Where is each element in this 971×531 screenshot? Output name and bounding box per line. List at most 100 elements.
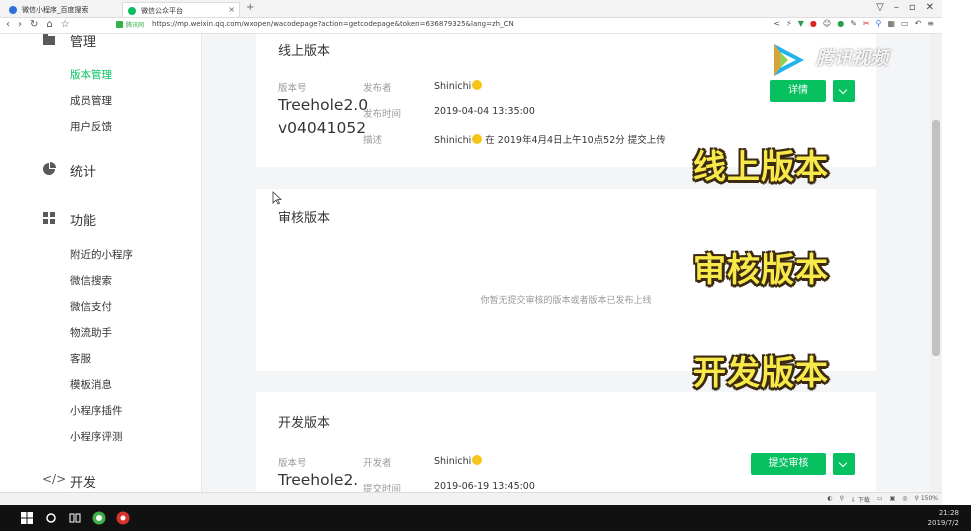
developer-name: Shinichi: [434, 456, 472, 467]
publisher-label: 发布者: [363, 83, 392, 94]
url-input[interactable]: https://mp.weixin.qq.com/wxopen/wacodepa…: [152, 20, 514, 28]
minimize-button[interactable]: –: [894, 2, 899, 13]
clock-date: 2019/7/2: [927, 519, 959, 527]
new-tab-button[interactable]: +: [246, 2, 254, 13]
caption-review: 审核版本: [693, 250, 829, 289]
sidebar-item-user-feedback[interactable]: 用户反馈: [70, 119, 112, 134]
browser-app-icon[interactable]: [92, 511, 106, 525]
desc-user: Shinichi: [434, 135, 472, 146]
undo-icon[interactable]: ↶: [915, 19, 922, 28]
lightning-icon[interactable]: ⚡: [786, 19, 792, 28]
sidebar-item-customer-service[interactable]: 客服: [70, 351, 91, 366]
tab-label: 微信公众平台: [141, 7, 183, 15]
description-label: 描述: [363, 135, 383, 146]
close-window-button[interactable]: ✕: [926, 2, 934, 13]
develop-version-card: 开发版本 版本号 Treehole2. 开发者 Shinichi 提交时间 20…: [256, 392, 876, 492]
sidebar-item-nearby[interactable]: 附近的小程序: [70, 247, 133, 262]
taskbar-clock[interactable]: 21:28 2019/7/2: [928, 508, 959, 528]
zoom-level[interactable]: ⚲ 150%: [915, 495, 938, 504]
download-icon[interactable]: ⇩ 下载: [851, 495, 870, 504]
opera-icon[interactable]: ●: [810, 19, 817, 28]
detail-button[interactable]: 详情: [770, 80, 826, 102]
sidebar-item-template-message[interactable]: 模板消息: [70, 377, 112, 392]
cut-icon[interactable]: ✂: [863, 19, 870, 28]
submit-time-value: 2019-06-19 13:45:00: [434, 481, 535, 492]
sidebar-item-plugins[interactable]: 小程序插件: [70, 403, 123, 418]
translate-icon[interactable]: ✎: [850, 19, 857, 28]
tencent-video-watermark: 腾讯视频: [768, 40, 918, 80]
browser-status-bar: ◐ ⚲ ⇩ 下载 ▭ ▣ ◎ ⚲ 150%: [0, 492, 942, 504]
maximize-button[interactable]: ▫: [909, 2, 916, 13]
chevron-down-icon[interactable]: [833, 80, 855, 102]
tencent-video-logo-icon: [774, 44, 804, 76]
scrollbar-thumb[interactable]: [932, 120, 940, 356]
more-icon[interactable]: ≡: [927, 19, 934, 28]
sidebar-item-member-manage[interactable]: 成员管理: [70, 93, 112, 108]
caption-online: 线上版本: [693, 147, 829, 186]
sidebar-item-wechat-pay[interactable]: 微信支付: [70, 299, 112, 314]
publisher-value: Shinichi: [434, 80, 483, 92]
sidebar-item-logistics[interactable]: 物流助手: [70, 325, 112, 340]
status-icon[interactable]: ◎: [902, 495, 907, 504]
close-icon[interactable]: ×: [228, 5, 235, 14]
home-icon[interactable]: ⌂: [46, 19, 52, 30]
grid-icon: [42, 211, 56, 225]
developer-label: 开发者: [363, 458, 392, 469]
version-label: 版本号: [278, 83, 307, 94]
desc-text: 在 2019年4月4日上午10点52分 提交上传: [485, 135, 666, 146]
shield-icon[interactable]: ▼: [798, 19, 804, 28]
download-label: 下载: [857, 497, 870, 504]
card-title: 审核版本: [278, 211, 331, 226]
nav-buttons: ‹ › ↻ ⌂ ☆: [6, 19, 70, 30]
sidebar-group-label: 统计: [70, 165, 97, 180]
sidebar-item-evaluation[interactable]: 小程序评测: [70, 429, 123, 444]
chevron-down-icon[interactable]: [833, 453, 855, 475]
battery-icon[interactable]: ▭: [901, 19, 909, 28]
emoji-icon: [472, 134, 483, 144]
window-edge: [942, 0, 971, 505]
vertical-scrollbar[interactable]: [930, 34, 942, 492]
forward-icon[interactable]: ›: [18, 19, 22, 30]
baidu-icon: [9, 6, 17, 14]
pie-chart-icon: [42, 162, 56, 176]
recorder-app-icon[interactable]: [116, 511, 130, 525]
menu-icon[interactable]: ▽: [876, 2, 884, 13]
mouse-cursor-icon: [272, 191, 282, 205]
status-icon[interactable]: ◐: [827, 495, 832, 504]
emoji-icon: [472, 80, 483, 90]
status-icon[interactable]: ▣: [890, 495, 896, 504]
status-icon[interactable]: ▭: [877, 495, 883, 504]
empty-tip: 你暂无提交审核的版本或者版本已发布上线: [480, 296, 652, 306]
developer-value: Shinichi: [434, 455, 483, 467]
sidebar: 管理 版本管理 成员管理 用户反馈 统计 功能 附近的小程序 微信搜索 微信支付…: [0, 34, 202, 492]
submit-review-button[interactable]: 提交审核: [751, 453, 826, 475]
extension-icon[interactable]: ●: [837, 19, 844, 28]
reload-icon[interactable]: ↻: [30, 19, 38, 30]
extension-icons: < ⚡ ▼ ● ☺ ● ✎ ✂ ⚲ ▦ ▭ ↶ ≡: [773, 19, 934, 28]
taskbar: 21:28 2019/7/2: [0, 505, 971, 531]
share-icon[interactable]: <: [773, 19, 780, 28]
search-icon[interactable]: ⚲: [876, 19, 882, 28]
window-controls: ▽ – ▫ ✕: [876, 2, 942, 13]
sidebar-item-wechat-search[interactable]: 微信搜索: [70, 273, 112, 288]
back-icon[interactable]: ‹: [6, 19, 10, 30]
smile-icon[interactable]: ☺: [823, 19, 831, 28]
browser-tab-baidu[interactable]: 微信小程序_百度搜索: [4, 2, 114, 17]
windows-start-icon[interactable]: [20, 511, 34, 525]
code-icon: </>: [42, 472, 67, 486]
search-icon[interactable]: [44, 511, 58, 525]
card-title: 开发版本: [278, 416, 331, 431]
status-icon[interactable]: ⚲: [840, 495, 844, 504]
grid-icon[interactable]: ▦: [887, 19, 895, 28]
emoji-icon: [472, 455, 483, 465]
publisher-name: Shinichi: [434, 81, 472, 92]
caption-develop: 开发版本: [693, 353, 829, 392]
sidebar-group-label: 功能: [70, 214, 97, 229]
star-icon[interactable]: ☆: [61, 19, 70, 30]
sidebar-item-version-manage[interactable]: 版本管理: [70, 67, 112, 82]
task-view-icon[interactable]: [68, 511, 82, 525]
address-bar: ‹ › ↻ ⌂ ☆ 腾讯网 https://mp.weixin.qq.com/w…: [0, 18, 942, 34]
browser-tab-wechat-mp[interactable]: 微信公众平台 ×: [122, 2, 240, 17]
sidebar-group-label: 管理: [70, 35, 97, 50]
secure-label: 腾讯网: [126, 22, 145, 29]
